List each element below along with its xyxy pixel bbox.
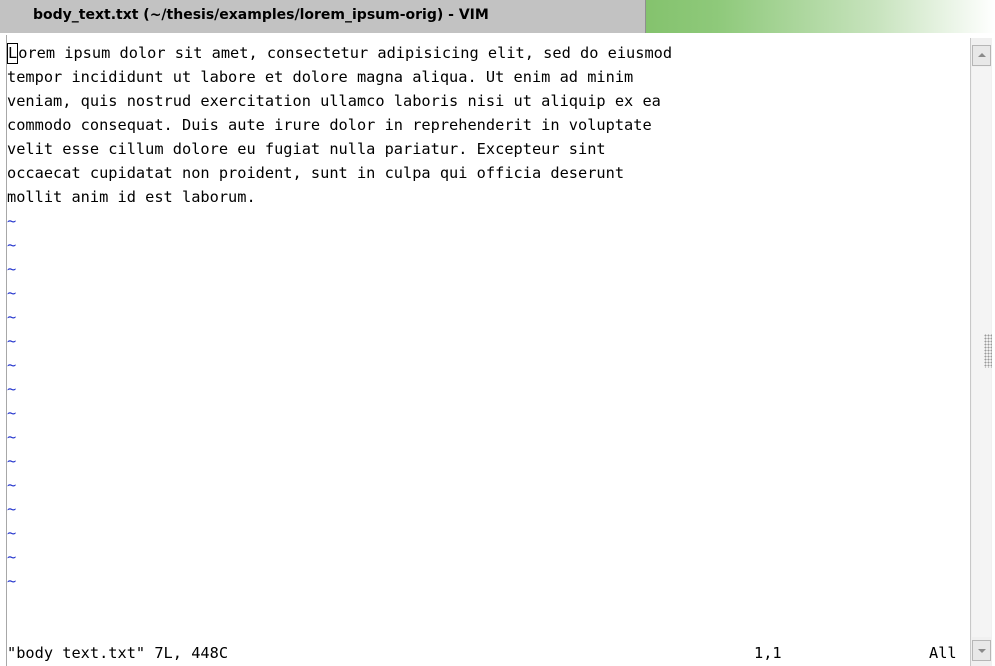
title-tab[interactable]: body_text.txt (~/thesis/examples/lorem_i… xyxy=(0,0,646,33)
scroll-down-button[interactable] xyxy=(972,640,991,661)
scroll-up-button[interactable] xyxy=(972,45,991,66)
buffer-line-6[interactable]: occaecat cupidatat non proident, sunt in… xyxy=(7,161,624,185)
empty-line-marker: ~ xyxy=(7,476,17,494)
empty-line-marker: ~ xyxy=(7,332,17,350)
empty-line-marker: ~ xyxy=(7,404,17,422)
grip-icon xyxy=(984,334,992,368)
empty-line-marker: ~ xyxy=(7,308,17,326)
empty-line-marker: ~ xyxy=(7,260,17,278)
empty-line-marker: ~ xyxy=(7,500,17,518)
title-bar[interactable]: body_text.txt (~/thesis/examples/lorem_i… xyxy=(0,0,995,33)
chevron-down-icon xyxy=(978,649,986,653)
empty-line-marker: ~ xyxy=(7,236,17,254)
vertical-scrollbar[interactable] xyxy=(970,38,992,666)
vim-window: body_text.txt (~/thesis/examples/lorem_i… xyxy=(0,0,995,666)
buffer-line-5[interactable]: velit esse cillum dolore eu fugiat nulla… xyxy=(7,137,606,161)
status-scroll-position: All xyxy=(929,644,957,661)
buffer-line-3[interactable]: veniam, quis nostrud exercitation ullamc… xyxy=(7,89,661,113)
empty-line-marker: ~ xyxy=(7,212,17,230)
text-buffer[interactable]: Lorem ipsum dolor sit amet, consectetur … xyxy=(7,41,969,661)
empty-line-marker: ~ xyxy=(7,356,17,374)
empty-line-marker: ~ xyxy=(7,284,17,302)
buffer-line-2[interactable]: tempor incididunt ut labore et dolore ma… xyxy=(7,65,633,89)
text-cursor: L xyxy=(7,43,19,64)
empty-line-marker: ~ xyxy=(7,380,17,398)
empty-line-marker: ~ xyxy=(7,548,17,566)
status-cursor-position: 1,1 xyxy=(754,644,782,661)
window-title: body_text.txt (~/thesis/examples/lorem_i… xyxy=(33,7,489,23)
buffer-line-1-text: orem ipsum dolor sit amet, consectetur a… xyxy=(18,44,673,62)
empty-line-marker: ~ xyxy=(7,452,17,470)
empty-line-marker: ~ xyxy=(7,524,17,542)
empty-line-marker: ~ xyxy=(7,428,17,446)
status-file-info: "body_text.txt" 7L, 448C xyxy=(7,644,229,661)
buffer-line-7[interactable]: mollit anim id est laborum. xyxy=(7,185,256,209)
buffer-line-1[interactable]: Lorem ipsum dolor sit amet, consectetur … xyxy=(7,41,672,65)
chevron-up-icon xyxy=(978,53,986,57)
buffer-line-4[interactable]: commodo consequat. Duis aute irure dolor… xyxy=(7,113,652,137)
empty-line-marker: ~ xyxy=(7,572,17,590)
